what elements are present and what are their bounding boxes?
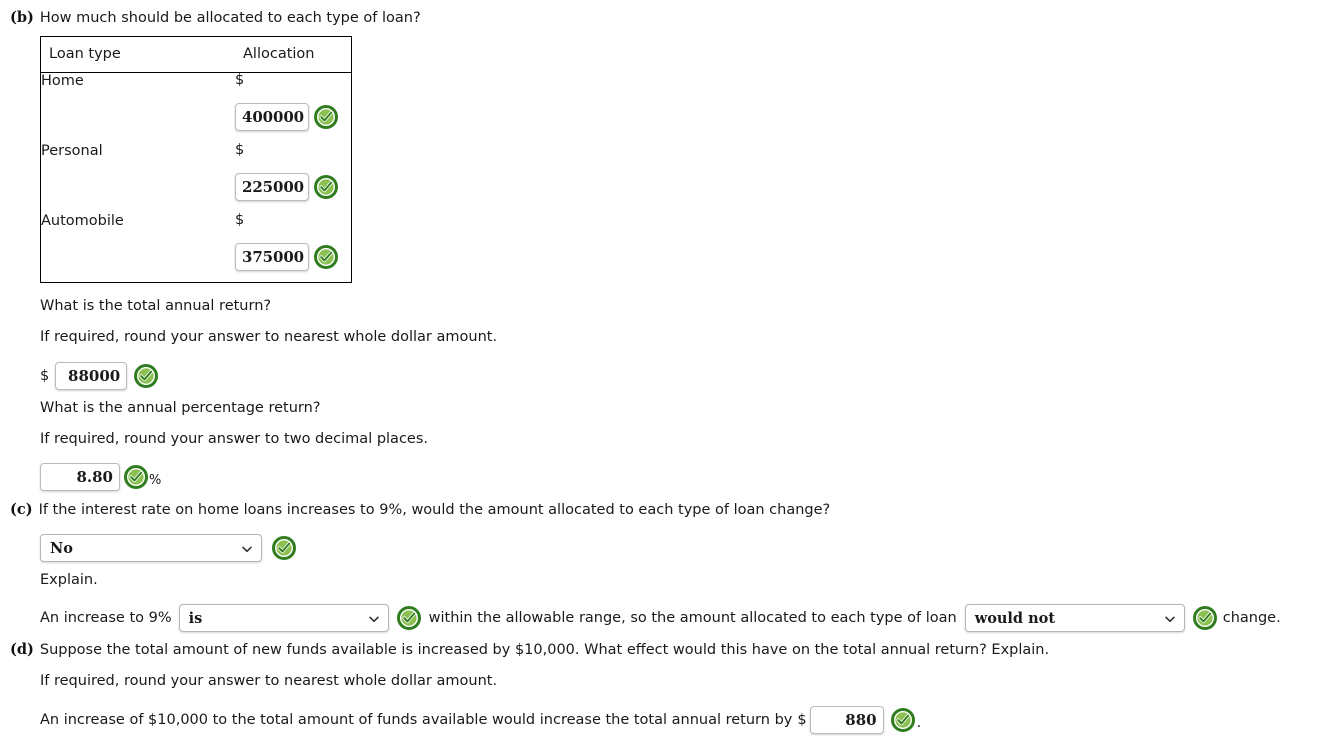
- check-circle-icon: [396, 606, 421, 630]
- currency-symbol: $: [235, 211, 245, 228]
- check-circle-icon: [124, 465, 148, 489]
- percent-suffix: %: [149, 473, 162, 488]
- part-d-hint: If required, round your answer to neares…: [40, 673, 498, 689]
- allocation-cell-home: $ 400000: [235, 73, 352, 143]
- currency-symbol: $: [797, 712, 807, 728]
- change-answer-select[interactable]: No: [40, 534, 262, 562]
- currency-symbol: $: [235, 72, 245, 88]
- check-circle-icon: [314, 244, 338, 269]
- check-circle-icon: [314, 105, 338, 129]
- check-circle-icon: [314, 174, 338, 199]
- part-d-question-line: (d) Suppose the total amount of new fund…: [10, 641, 1049, 658]
- is-isnot-select[interactable]: is: [178, 604, 389, 632]
- loan-type-automobile: Automobile: [41, 212, 124, 229]
- would-select[interactable]: would not: [964, 604, 1185, 632]
- explain-label: Explain.: [40, 572, 98, 588]
- loan-type-personal: Personal: [41, 142, 103, 159]
- part-c-answer-row: No: [40, 534, 296, 562]
- table-row: Home $ 400000: [41, 73, 352, 143]
- part-b-question-line: (b) How much should be allocated to each…: [10, 9, 421, 26]
- personal-allocation-input[interactable]: 225000: [235, 172, 309, 201]
- percentage-return-answer-row: 8.80 %: [40, 463, 161, 491]
- part-d-sentence-suffix: .: [916, 715, 922, 731]
- loan-type-home: Home: [41, 73, 84, 89]
- allocation-table: Loan type Allocation Home $ 400000 Perso…: [40, 36, 352, 283]
- explain-suffix-text: change.: [1222, 610, 1281, 626]
- table-row: Automobile $ 375000: [41, 211, 352, 283]
- check-circle-icon: [1192, 606, 1217, 630]
- part-d-question-text: Suppose the total amount of new funds av…: [39, 641, 1050, 658]
- exercise-page: (b) How much should be allocated to each…: [0, 0, 1326, 742]
- part-c-question-text: If the interest rate on home loans incre…: [38, 501, 831, 518]
- check-circle-icon: [272, 536, 296, 560]
- is-isnot-select-value: is: [188, 609, 203, 627]
- total-return-hint: If required, round your answer to neares…: [40, 329, 498, 345]
- table-header-row: Loan type Allocation: [40, 36, 352, 73]
- would-select-value: would not: [974, 609, 1056, 627]
- percentage-return-hint: If required, round your answer to two de…: [40, 431, 429, 447]
- percentage-return-input[interactable]: 8.80: [40, 463, 120, 491]
- chevron-down-icon: [368, 612, 380, 624]
- explain-sentence-row: An increase to 9% is within the allowabl…: [40, 604, 1281, 632]
- annual-return-increase-input[interactable]: 880: [809, 706, 884, 734]
- total-return-question: What is the total annual return?: [40, 298, 272, 314]
- column-header-loan-type: Loan type: [40, 36, 235, 73]
- part-c-question-line: (c) If the interest rate on home loans i…: [10, 501, 830, 518]
- total-return-answer-row: $ 88000: [40, 362, 159, 390]
- part-d-answer-row: An increase of $10,000 to the total amou…: [40, 706, 921, 734]
- home-allocation-input[interactable]: 400000: [235, 103, 309, 131]
- part-b-label: (b): [10, 9, 34, 26]
- explain-middle-text: within the allowable range, so the amoun…: [428, 610, 957, 626]
- check-circle-icon: [134, 364, 159, 388]
- check-circle-icon: [890, 708, 915, 732]
- allocation-cell-personal: $ 225000: [235, 141, 352, 213]
- currency-symbol: $: [40, 368, 50, 384]
- percentage-return-question: What is the annual percentage return?: [40, 400, 321, 416]
- part-c-label: (c): [10, 501, 33, 518]
- change-answer-select-value: No: [50, 539, 73, 557]
- chevron-down-icon: [241, 542, 253, 554]
- currency-symbol: $: [235, 141, 245, 158]
- column-header-allocation: Allocation: [235, 36, 352, 73]
- part-d-label: (d): [10, 641, 34, 658]
- explain-prefix-text: An increase to 9%: [40, 610, 172, 626]
- total-return-input[interactable]: 88000: [55, 362, 128, 390]
- part-d-sentence-prefix: An increase of $10,000 to the total amou…: [40, 712, 793, 728]
- automobile-allocation-input[interactable]: 375000: [235, 242, 309, 271]
- allocation-cell-automobile: $ 375000: [235, 211, 352, 283]
- part-b-question-text: How much should be allocated to each typ…: [39, 9, 421, 26]
- chevron-down-icon: [1164, 612, 1176, 624]
- table-row: Personal $ 225000: [41, 141, 352, 213]
